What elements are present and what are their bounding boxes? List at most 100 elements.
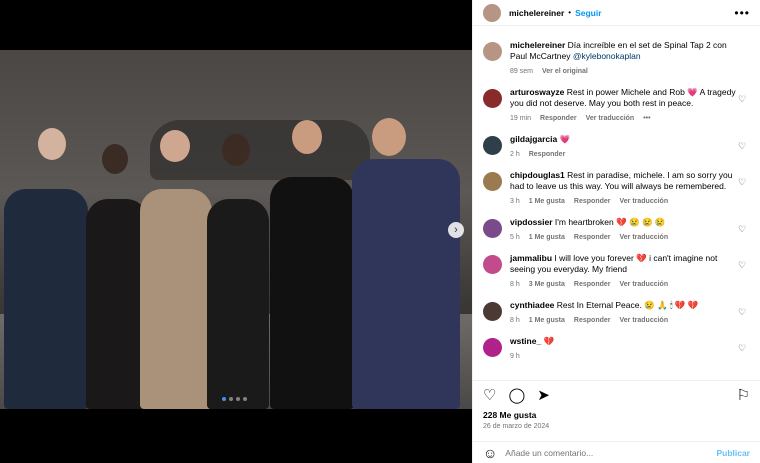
- comment-time: 9 h: [510, 353, 520, 360]
- comment-likes[interactable]: 1 Me gusta: [529, 232, 565, 243]
- comment-text: 💗: [559, 134, 571, 144]
- reply-button[interactable]: Responder: [574, 315, 611, 326]
- comment-likes[interactable]: 1 Me gusta: [529, 315, 565, 326]
- comment-item: chipdouglas1 Rest in paradise, michele. …: [483, 170, 750, 207]
- heart-icon[interactable]: ♡: [738, 141, 748, 151]
- comment-item: arturoswayze Rest in power Michele and R…: [483, 87, 750, 124]
- emoji-icon[interactable]: ☺: [483, 445, 497, 461]
- comment-more-icon[interactable]: •••: [643, 113, 650, 124]
- commenter-avatar[interactable]: [483, 338, 502, 357]
- post-date: 26 de marzo de 2024: [483, 423, 550, 430]
- person-1: [4, 189, 88, 409]
- commenter-avatar[interactable]: [483, 172, 502, 191]
- carousel-dot: [236, 397, 240, 401]
- comment-likes[interactable]: 3 Me gusta: [529, 279, 565, 290]
- comment-username[interactable]: gildajgarcia: [510, 134, 557, 144]
- share-icon[interactable]: ➤: [537, 386, 550, 404]
- comment-text: Rest In Eternal Peace. 😢 🙏 🕯 💔 💔: [556, 300, 699, 310]
- comment-username[interactable]: cynthiadee: [510, 300, 554, 310]
- author-avatar[interactable]: [483, 3, 501, 22]
- comment-time: 19 min: [510, 115, 532, 122]
- carousel-dot: [243, 397, 247, 401]
- caption: michelereiner Día increíble en el set de…: [483, 40, 750, 77]
- comment-username[interactable]: chipdouglas1: [510, 170, 565, 180]
- comment-icon[interactable]: ◯: [508, 386, 525, 404]
- heart-icon[interactable]: ♡: [738, 260, 748, 270]
- reply-button[interactable]: Responder: [529, 149, 566, 160]
- person-2-head: [102, 144, 128, 174]
- author-username[interactable]: michelereiner: [509, 8, 564, 18]
- comment-time: 2 h: [510, 151, 520, 158]
- heart-icon[interactable]: ♡: [738, 307, 748, 317]
- reply-button[interactable]: Responder: [574, 196, 611, 207]
- caption-mention[interactable]: @kylebonokaplan: [573, 51, 641, 61]
- caption-username[interactable]: michelereiner: [510, 40, 565, 50]
- post-sidebar: michelereiner • Seguir ••• michelereiner…: [472, 0, 760, 463]
- comment-username[interactable]: arturoswayze: [510, 87, 564, 97]
- comments-list[interactable]: michelereiner Día increíble en el set de…: [473, 30, 760, 375]
- comment-time: 8 h: [510, 281, 520, 288]
- translate-button[interactable]: Ver traducción: [619, 196, 668, 207]
- carousel-dot: [229, 397, 233, 401]
- comment-text: 💔: [543, 336, 555, 346]
- commenter-avatar[interactable]: [483, 136, 502, 155]
- translate-button[interactable]: Ver traducción: [619, 232, 668, 243]
- person-3-head: [160, 130, 190, 162]
- person-5-head: [292, 120, 322, 154]
- person-1-head: [38, 128, 66, 160]
- reply-button[interactable]: Responder: [574, 232, 611, 243]
- commenter-avatar[interactable]: [483, 89, 502, 108]
- heart-icon[interactable]: ♡: [738, 177, 748, 187]
- comment-item: wstine_ 💔 9 h ♡: [483, 336, 750, 362]
- bookmark-icon[interactable]: ⚐: [737, 386, 750, 404]
- person-6-head: [372, 118, 406, 156]
- comment-username[interactable]: wstine_: [510, 336, 541, 346]
- person-4: [207, 199, 269, 409]
- person-2: [86, 199, 148, 409]
- more-options-icon[interactable]: •••: [734, 6, 750, 20]
- comment-username[interactable]: jammalibu: [510, 253, 552, 263]
- comment-likes[interactable]: 1 Me gusta: [529, 196, 565, 207]
- translate-button[interactable]: Ver traducción: [586, 113, 635, 124]
- commenter-avatar[interactable]: [483, 219, 502, 238]
- heart-icon[interactable]: ♡: [738, 343, 748, 353]
- chevron-right-icon[interactable]: ›: [448, 222, 464, 238]
- follow-button[interactable]: Seguir: [575, 8, 601, 18]
- separator-dot: •: [568, 8, 572, 17]
- person-5: [270, 177, 354, 409]
- comment-item: vipdossier I'm heartbroken 💔 😢 😢 😢 5 h 1…: [483, 217, 750, 243]
- carousel-indicator: [222, 397, 247, 401]
- heart-icon[interactable]: ♡: [738, 224, 748, 234]
- comment-time: 3 h: [510, 198, 520, 205]
- comment-item: jammalibu I will love you forever 💔 i ca…: [483, 253, 750, 290]
- comment-item: gildajgarcia 💗 2 h Responder ♡: [483, 134, 750, 160]
- reply-button[interactable]: Responder: [574, 279, 611, 290]
- comment-username[interactable]: vipdossier: [510, 217, 553, 227]
- person-3: [140, 189, 212, 409]
- comment-time: 5 h: [510, 234, 520, 241]
- post-photo[interactable]: [0, 50, 472, 409]
- post-actions: ♡ ◯ ➤ ⚐: [473, 380, 760, 414]
- comment-input[interactable]: [505, 447, 717, 458]
- author-avatar[interactable]: [483, 42, 502, 61]
- comment-text: I'm heartbroken 💔 😢 😢 😢: [554, 217, 666, 227]
- translate-button[interactable]: Ver traducción: [619, 279, 668, 290]
- likes-count[interactable]: 228 Me gusta: [483, 410, 536, 420]
- see-original-button[interactable]: Ver el original: [542, 66, 588, 77]
- carousel-dot-active: [222, 397, 226, 401]
- publish-button[interactable]: Publicar: [716, 448, 750, 458]
- commenter-avatar[interactable]: [483, 302, 502, 321]
- commenter-avatar[interactable]: [483, 255, 502, 274]
- media-pane: ›: [0, 0, 472, 463]
- translate-button[interactable]: Ver traducción: [619, 315, 668, 326]
- post-header: michelereiner • Seguir •••: [473, 0, 760, 26]
- comment-item: cynthiadee Rest In Eternal Peace. 😢 🙏 🕯 …: [483, 300, 750, 326]
- person-6: [352, 159, 460, 409]
- comment-time: 8 h: [510, 317, 520, 324]
- person-4-head: [222, 134, 250, 166]
- heart-icon[interactable]: ♡: [483, 386, 496, 404]
- add-comment-bar: ☺ Publicar: [473, 441, 760, 463]
- heart-icon[interactable]: ♡: [738, 94, 748, 104]
- reply-button[interactable]: Responder: [540, 113, 577, 124]
- caption-time: 89 sem: [510, 68, 533, 75]
